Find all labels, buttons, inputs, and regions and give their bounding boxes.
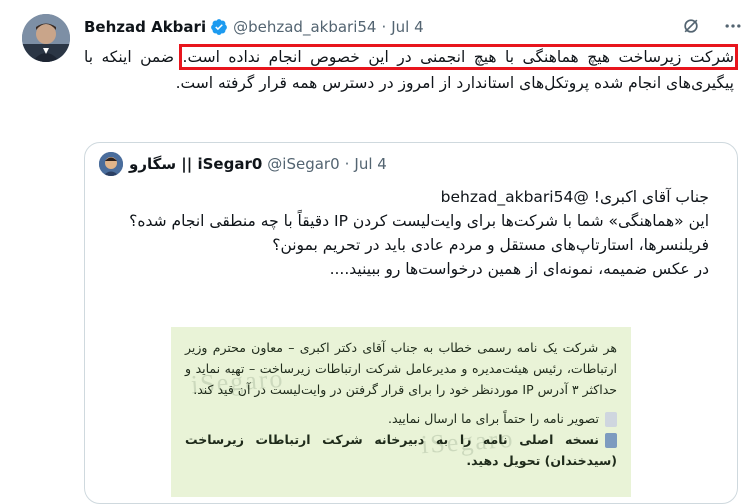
quoted-text: جناب آقای اکبری! @behzad_akbari54 این «ه… [99, 185, 709, 281]
file-icon [605, 433, 617, 448]
more-icon[interactable] [722, 15, 744, 37]
quoted-handle[interactable]: @iSegar0 [267, 155, 339, 173]
quoted-avatar[interactable] [99, 152, 123, 176]
quoted-date[interactable]: Jul 4 [354, 155, 386, 173]
tweet-header: Behzad Akbari @behzad_akbari54 · Jul 4 [84, 15, 738, 39]
quoted-line: جناب آقای اکبری! @behzad_akbari54 [440, 188, 709, 206]
media-text: هر شرکت یک نامه رسمی خطاب به جناب آقای د… [185, 337, 617, 471]
author-name[interactable]: Behzad Akbari [84, 18, 206, 36]
tweet-actions-top [680, 15, 744, 37]
quoted-media-image[interactable]: iSegaro iSegaro هر شرکت یک نامه رسمی خطا… [171, 327, 631, 497]
quoted-separator: · [344, 155, 350, 173]
media-line: تصویر نامه را حتماً برای ما ارسال نمایید… [185, 408, 617, 429]
quoted-header: سگارو || iSegar0 @iSegar0 · Jul 4 [99, 151, 723, 177]
author-handle[interactable]: @behzad_akbari54 [233, 18, 376, 36]
media-line: نسخه اصلی نامه را به دبیرخانه شرکت ارتبا… [185, 429, 617, 471]
author-avatar[interactable] [22, 14, 70, 62]
quoted-name[interactable]: سگارو || iSegar0 [129, 155, 262, 173]
quoted-tweet[interactable]: سگارو || iSegar0 @iSegar0 · Jul 4 جناب آ… [84, 142, 738, 504]
file-icon [605, 412, 617, 427]
media-paragraph: تصویر نامه را حتماً برای ما ارسال نمایید… [387, 411, 599, 426]
verified-badge-icon [210, 18, 228, 36]
quoted-line: فریلنسرها، استارتاپ‌های مستقل و مردم عاد… [272, 236, 709, 254]
tweet-date[interactable]: Jul 4 [391, 18, 423, 36]
media-paragraph: هر شرکت یک نامه رسمی خطاب به جناب آقای د… [185, 340, 617, 397]
tweet-text: شرکت زیرساخت هیچ هماهنگی با هیچ انجمنی د… [84, 44, 738, 96]
quoted-line: در عکس ضمیمه، نمونه‌ای از همین درخواست‌ه… [329, 260, 709, 278]
tweet[interactable]: Behzad Akbari @behzad_akbari54 · Jul 4 ش… [0, 0, 754, 504]
separator-dot: · [381, 18, 387, 36]
quoted-line: این «هماهنگی» شما با شرکت‌ها برای وایت‌ل… [129, 212, 709, 230]
grok-icon[interactable] [680, 15, 702, 37]
media-paragraph: نسخه اصلی نامه را به دبیرخانه شرکت ارتبا… [185, 432, 617, 468]
highlighted-sentence: شرکت زیرساخت هیچ هماهنگی با هیچ انجمنی د… [178, 44, 738, 70]
